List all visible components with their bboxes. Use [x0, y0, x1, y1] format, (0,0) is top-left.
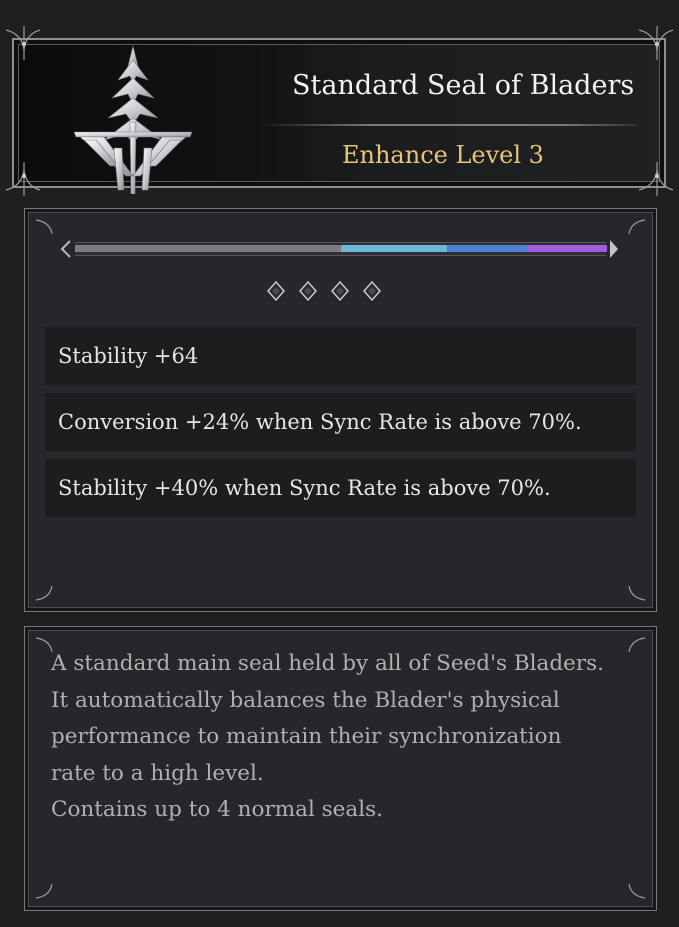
stat-row: Stability +40% when Sync Rate is above 7… — [45, 459, 636, 517]
socket-slot-icon[interactable] — [266, 281, 286, 301]
item-description: A standard main seal held by all of Seed… — [51, 646, 641, 829]
description-line: A standard main seal held by all of Seed… — [51, 651, 604, 676]
enhance-level-label: Enhance Level 3 — [342, 141, 544, 169]
socket-slot-icon[interactable] — [298, 281, 318, 301]
description-line: Contains up to 4 normal seals. — [51, 797, 383, 822]
stat-row: Stability +64 — [45, 327, 636, 385]
bar-right-arrow-icon — [610, 240, 618, 258]
description-line: performance to maintain their synchroniz… — [51, 724, 562, 749]
item-name: Standard Seal of Bladers — [292, 70, 635, 101]
progress-segment — [341, 245, 447, 252]
socket-slot-icon[interactable] — [362, 281, 382, 301]
progress-segment — [447, 245, 527, 252]
progress-segment — [527, 245, 607, 252]
bar-left-arrow-icon — [60, 240, 71, 258]
description-line: It automatically balances the Blader's p… — [51, 687, 560, 713]
enhance-progress-bar — [75, 242, 607, 256]
progress-segment — [75, 245, 341, 252]
seal-of-bladers-icon — [74, 45, 192, 194]
socket-slot-icon[interactable] — [330, 281, 350, 301]
stat-row: Conversion +24% when Sync Rate is above … — [45, 393, 636, 451]
description-line: rate to a high level. — [51, 760, 264, 786]
title-divider — [262, 124, 636, 126]
